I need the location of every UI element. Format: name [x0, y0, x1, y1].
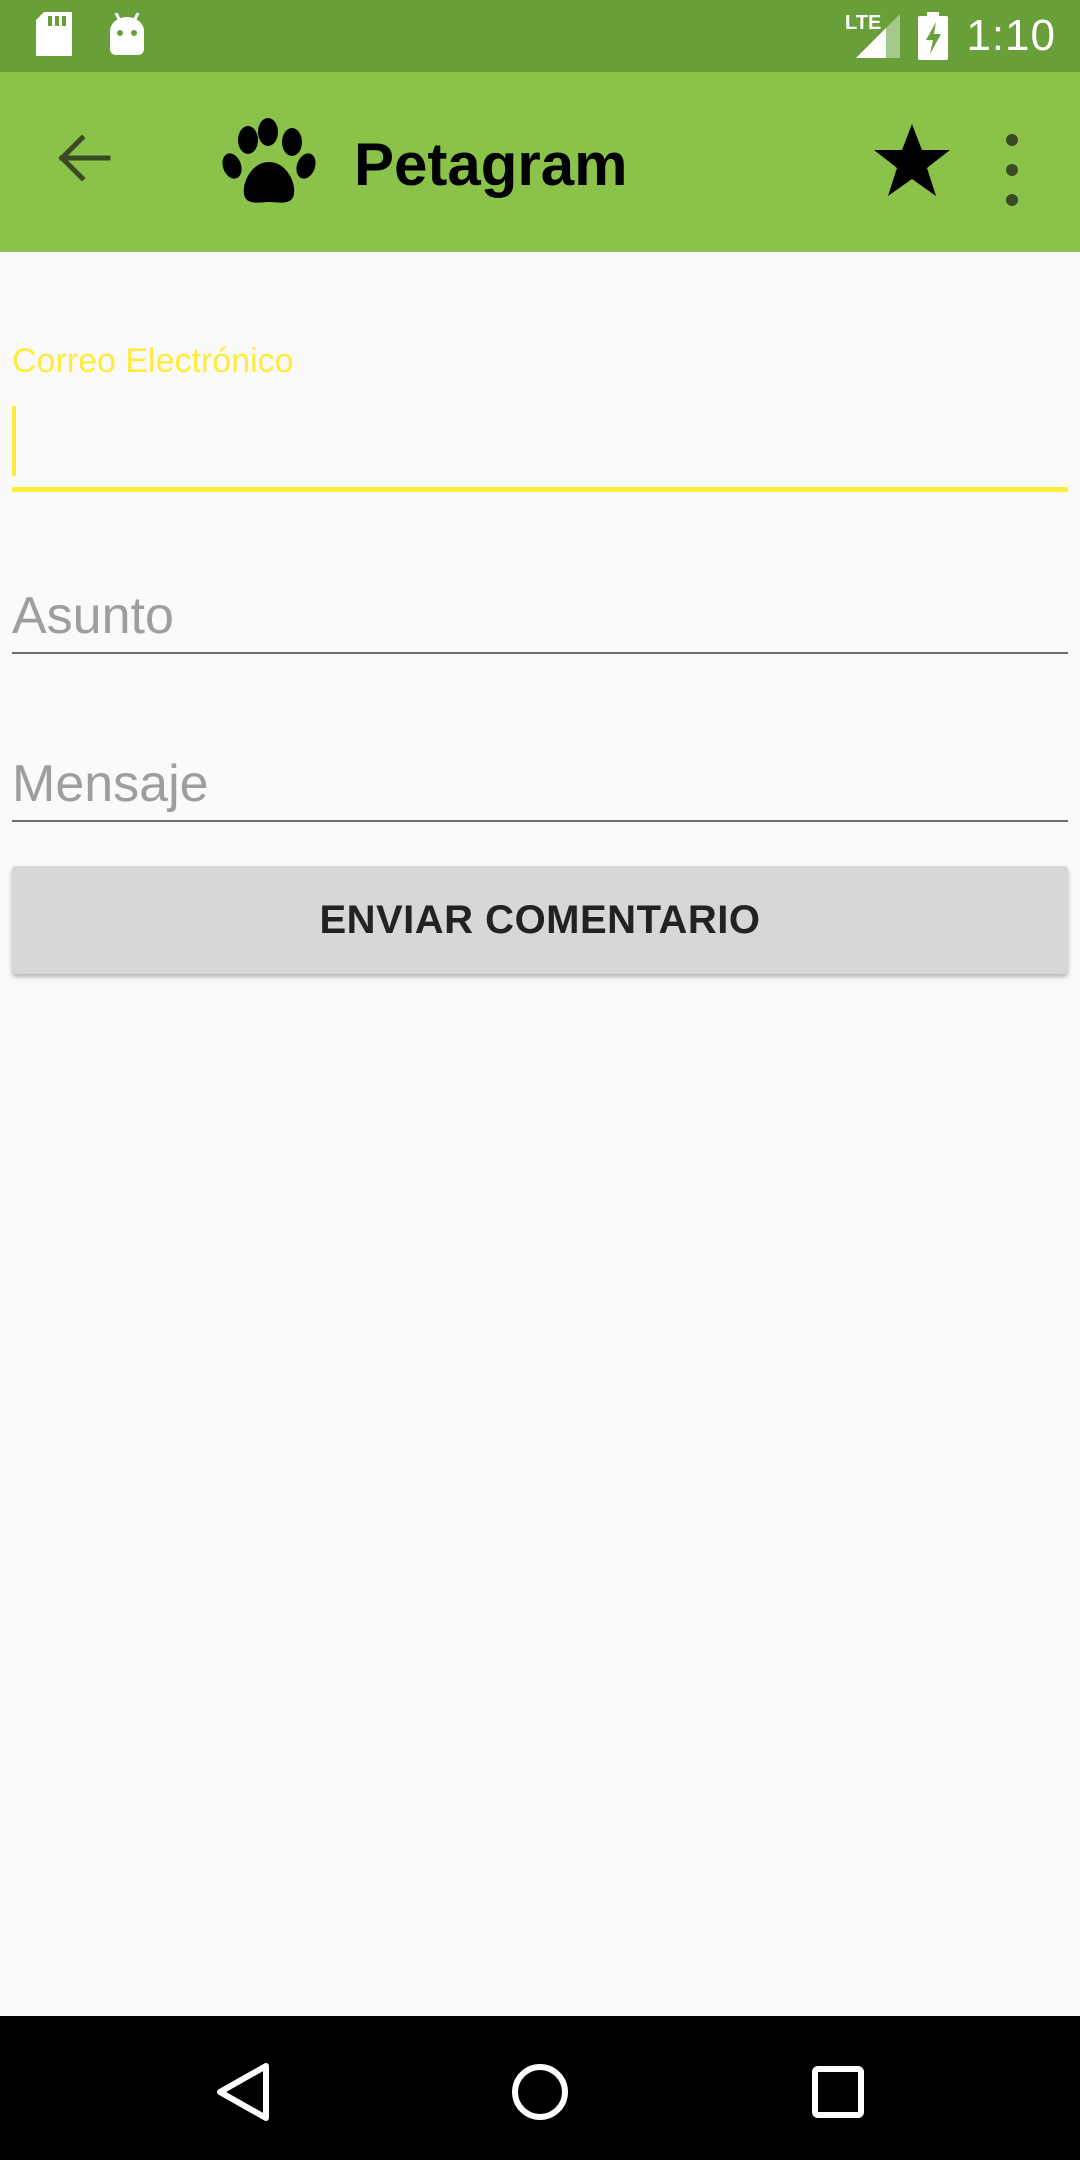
system-nav-bar — [0, 2016, 1080, 2160]
app-title: Petagram — [354, 131, 628, 198]
nav-home-icon[interactable] — [504, 2056, 576, 2128]
back-arrow-icon[interactable] — [48, 122, 120, 194]
email-field[interactable] — [12, 402, 1068, 492]
battery-charging-icon — [918, 12, 949, 60]
status-bar: LTE 1:10 — [0, 0, 1080, 72]
sd-card-icon — [36, 12, 72, 56]
nav-back-icon[interactable] — [206, 2056, 278, 2128]
paw-icon — [222, 118, 316, 203]
status-right: 1:10 — [856, 0, 1056, 72]
android-icon — [110, 13, 144, 55]
signal-icon — [856, 14, 901, 58]
star-icon[interactable] — [872, 120, 952, 200]
nav-recents-icon[interactable] — [802, 2056, 874, 2128]
text-cursor — [12, 406, 16, 476]
send-comment-button[interactable]: ENVIAR COMENTARIO — [12, 866, 1068, 974]
subject-placeholder: Asunto — [12, 587, 174, 645]
message-field[interactable]: Mensaje — [12, 732, 1068, 822]
contact-form: Correo Electrónico Asunto Mensaje ENVIAR… — [0, 252, 1080, 2016]
status-left-icons — [36, 12, 146, 56]
app-bar: Petagram — [0, 72, 1080, 252]
subject-field[interactable]: Asunto — [12, 564, 1068, 654]
email-field-label: Correo Electrónico — [12, 342, 294, 380]
overflow-menu-icon[interactable] — [996, 128, 1028, 212]
message-placeholder: Mensaje — [12, 755, 209, 813]
status-time: 1:10 — [966, 11, 1056, 60]
